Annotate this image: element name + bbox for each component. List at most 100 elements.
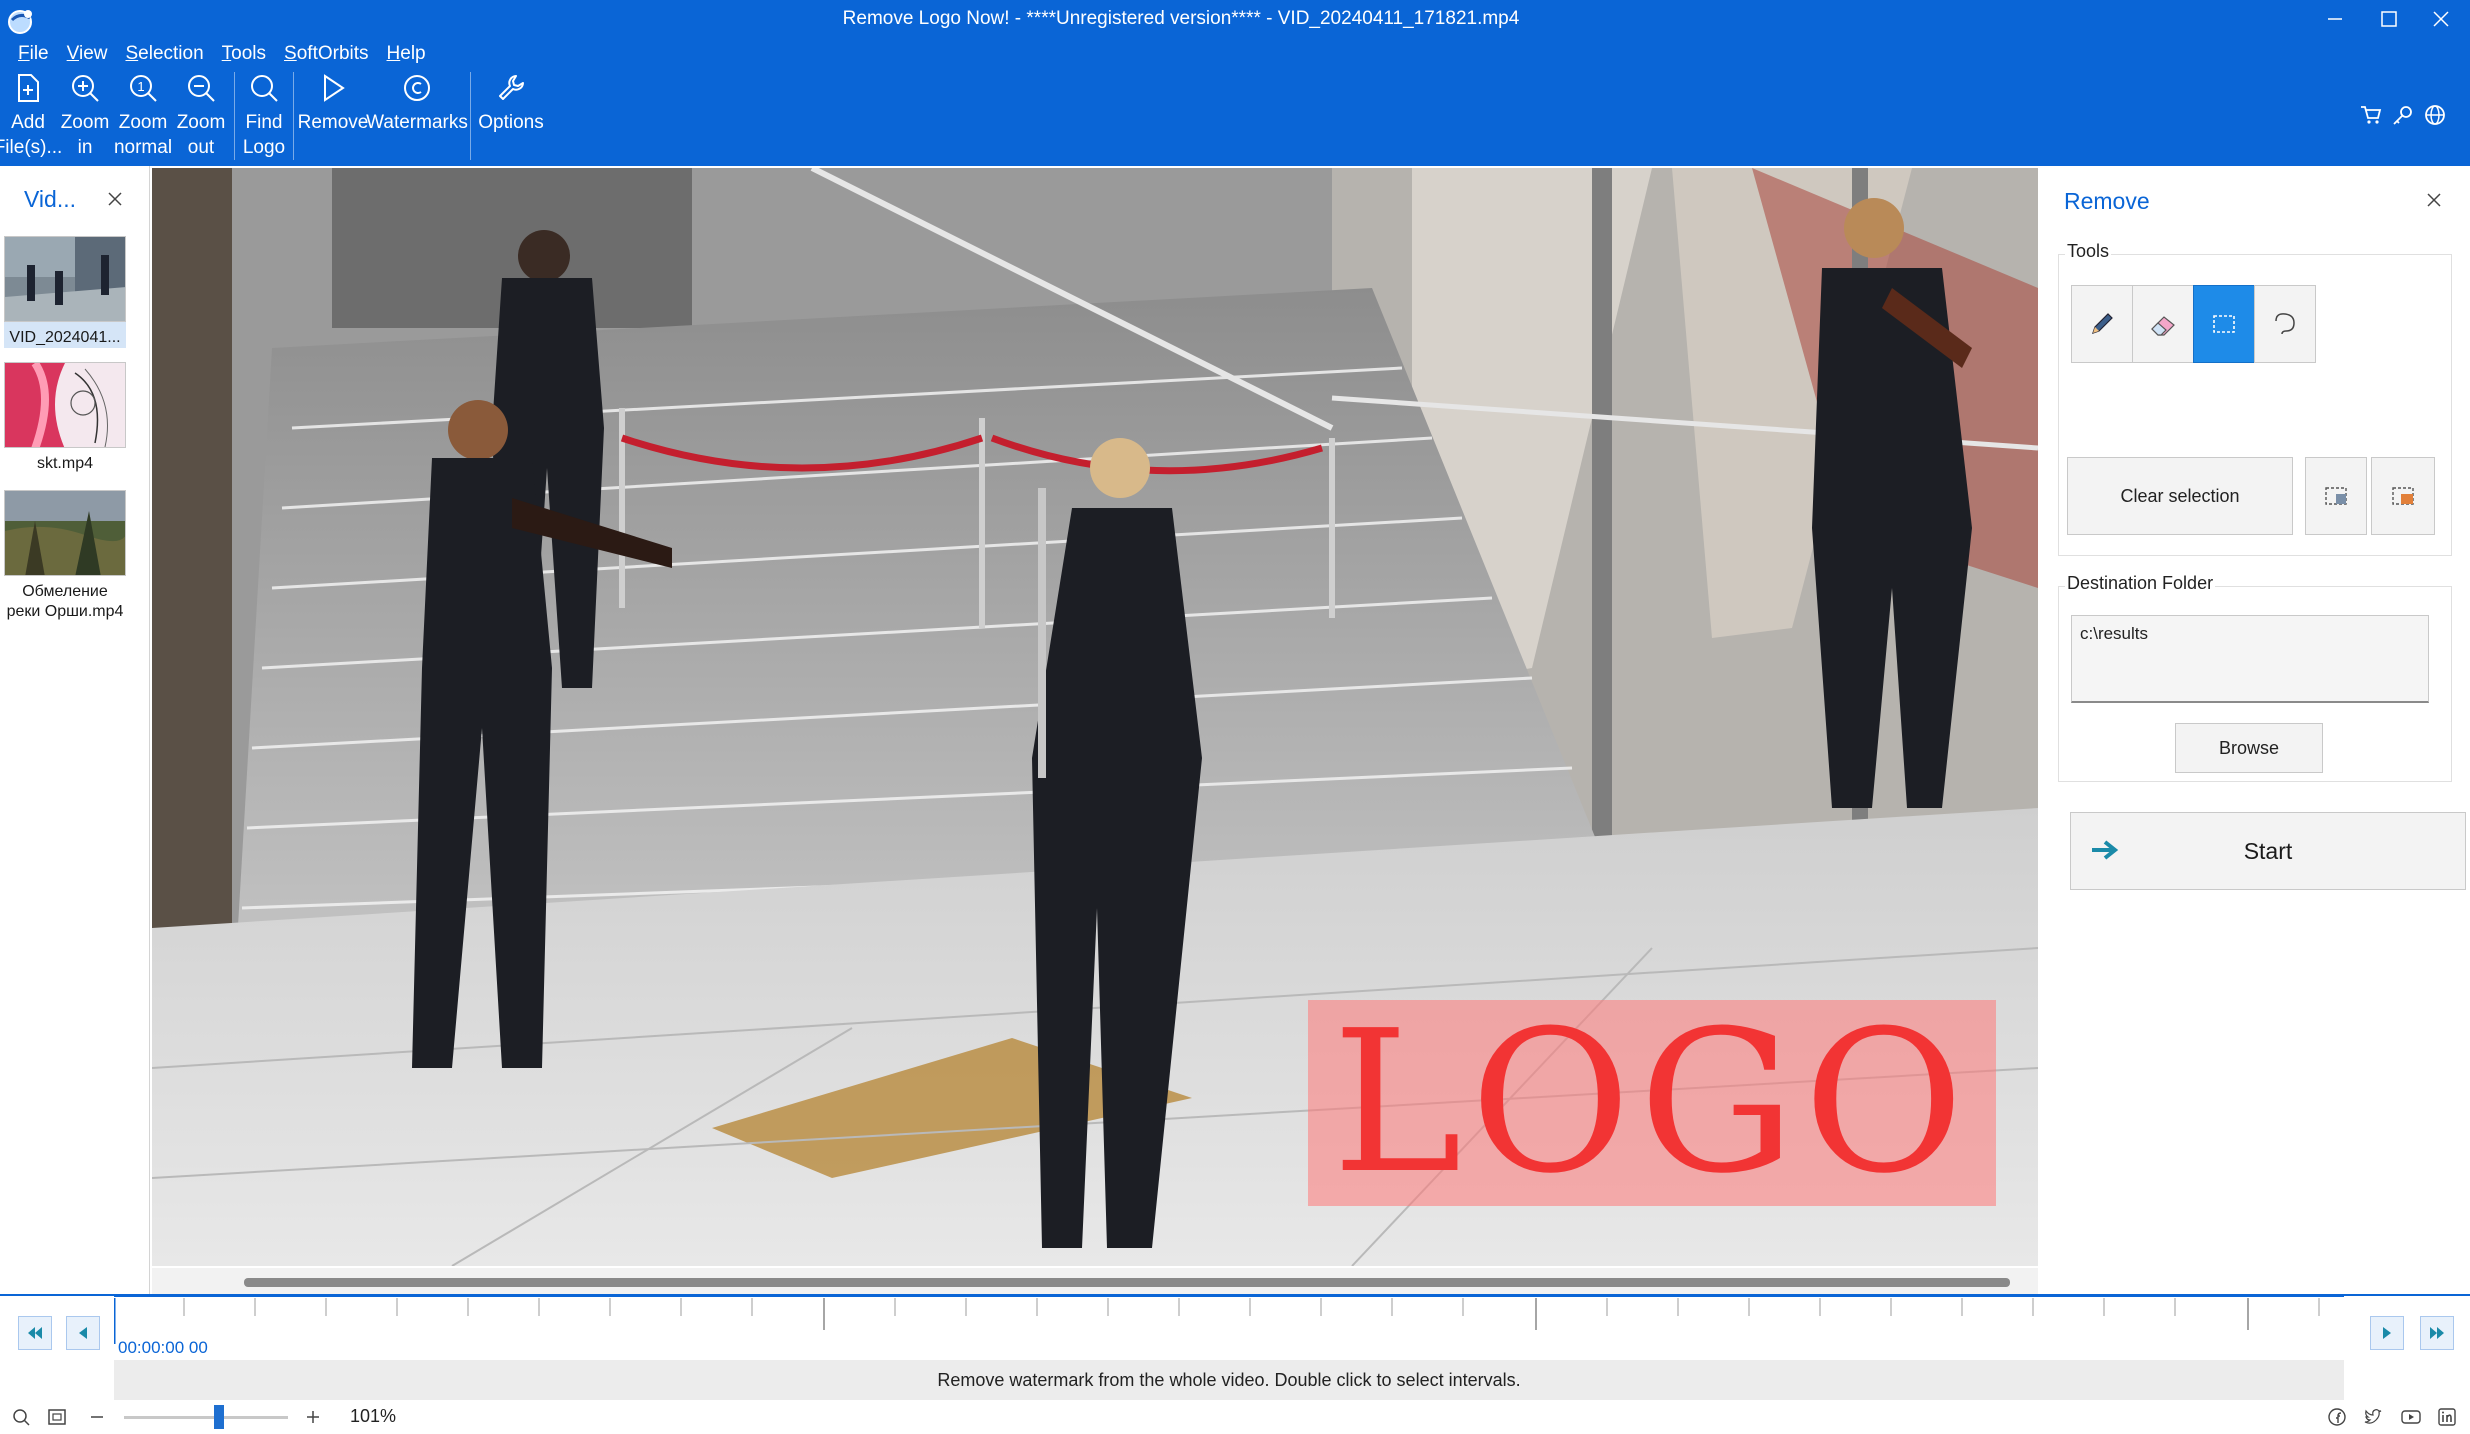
zoom-search-icon[interactable] [10,1406,32,1428]
go-to-start-button[interactable] [18,1316,52,1350]
save-mask-button[interactable] [2371,457,2435,535]
ribbon-toolbar: Add File(s)... Zoom in 1 Zoom normal Zoo… [0,72,547,164]
status-bar: 101% [0,1400,2470,1434]
globe-icon[interactable] [2424,104,2446,126]
find-logo-button[interactable]: Find Logo [239,72,289,164]
title-bar: Remove Logo Now! - ****Unregistered vers… [0,0,2470,166]
video-thumbnail [4,490,126,576]
next-frame-button[interactable] [2370,1316,2404,1350]
files-panel: Vid... VID_2024041... skt.mp4 Обмеление … [0,166,150,1294]
file-item[interactable]: Обмеление реки Орши.mp4 [4,490,126,622]
fit-to-window-icon[interactable] [46,1406,68,1428]
current-time: 00:00:00 00 [118,1338,208,1357]
key-icon[interactable] [2392,104,2414,126]
top-right-tools [2360,104,2446,126]
menu-file[interactable]: File [18,40,49,68]
scrollbar-thumb[interactable] [244,1278,2010,1287]
maximize-icon [2381,11,2397,27]
files-panel-title: Vid... [24,186,76,212]
browse-button[interactable]: Browse [2175,723,2323,773]
menu-selection[interactable]: Selection [125,40,203,68]
close-remove-panel-button[interactable] [2424,190,2444,210]
eraser-tool-button[interactable] [2132,285,2194,363]
search-icon [248,72,280,104]
add-files-button[interactable]: Add File(s)... [0,72,62,164]
pencil-tool-button[interactable] [2071,285,2133,363]
rewind-icon [28,1327,42,1339]
zoom-value: 101% [350,1406,397,1426]
destination-folder-field[interactable]: c:\results [2071,615,2429,703]
tools-label: Tools [2065,241,2112,262]
menu-view[interactable]: View [67,40,108,68]
facebook-icon[interactable] [2326,1406,2348,1428]
file-item[interactable]: VID_2024041... [4,236,126,348]
zoom-in-icon [69,72,101,104]
close-icon [2433,11,2449,27]
fast-forward-icon [2430,1327,2444,1339]
menu-help[interactable]: Help [387,40,426,68]
zoom-normal-icon: 1 [127,72,159,104]
file-name: Обмеление реки Орши.mp4 [6,583,124,620]
lasso-tool-button[interactable] [2254,285,2316,363]
save-mask-icon [2392,487,2414,505]
zoom-out-button[interactable]: Zoom out [172,72,230,164]
linkedin-icon[interactable] [2436,1406,2458,1428]
arrow-right-icon [2092,840,2119,860]
menu-tools[interactable]: Tools [222,40,266,68]
options-button[interactable]: Options [475,72,547,164]
close-files-panel-button[interactable] [104,188,126,210]
close-icon [2427,193,2441,207]
ribbon-separator [234,72,235,160]
close-icon [108,192,122,206]
start-button[interactable]: Start [2070,812,2466,890]
file-name: skt.mp4 [36,455,93,472]
ribbon-separator [470,72,471,160]
play-icon [317,72,349,104]
zoom-normal-button[interactable]: 1 Zoom normal [114,72,172,164]
zoom-slider-thumb[interactable] [214,1405,224,1429]
youtube-icon[interactable] [2400,1406,2422,1428]
remove-panel-title: Remove [2064,188,2150,214]
step-forward-icon [2383,1327,2391,1339]
timeline-ruler[interactable] [114,1296,2344,1360]
copyright-icon [401,72,433,104]
horizontal-scrollbar[interactable] [152,1268,2038,1296]
rectangle-tool-button[interactable] [2193,285,2255,363]
load-mask-button[interactable] [2305,457,2367,535]
tools-row [2071,285,2316,363]
video-canvas[interactable]: LOGO [152,168,2038,1266]
load-mask-icon [2325,487,2347,505]
watermark-selection[interactable]: LOGO [1308,1000,1996,1206]
ribbon-separator [293,72,294,160]
zoom-plus-icon[interactable] [302,1406,324,1428]
destination-label: Destination Folder [2065,573,2216,594]
video-thumbnail [4,236,126,322]
file-name: VID_2024041... [9,329,121,346]
zoom-out-icon [185,72,217,104]
eraser-icon [2151,316,2175,336]
timeline: 00:00:00 00 Remove watermark from the wh… [0,1294,2470,1400]
zoom-minus-icon[interactable] [86,1406,108,1428]
zoom-slider-track[interactable] [124,1416,288,1419]
remove-button[interactable]: Remove [298,72,368,164]
pencil-icon [2092,313,2113,334]
start-label: Start [2243,837,2293,864]
logo-watermark-text: LOGO [1331,989,1973,1217]
clear-selection-button[interactable]: Clear selection [2067,457,2293,535]
close-window-button[interactable] [2406,2,2470,36]
cart-icon[interactable] [2360,104,2382,126]
wrench-icon [495,72,527,104]
step-back-icon [79,1327,87,1339]
timeline-status-bar[interactable]: Remove watermark from the whole video. D… [114,1360,2344,1400]
lasso-icon [2275,313,2295,335]
twitter-icon[interactable] [2362,1406,2384,1428]
menu-softorbits[interactable]: SoftOrbits [284,40,369,68]
zoom-in-button[interactable]: Zoom in [56,72,114,164]
watermarks-button[interactable]: Watermarks [366,72,468,164]
destination-group: Destination Folder c:\results Browse [2058,573,2452,782]
go-to-end-button[interactable] [2420,1316,2454,1350]
previous-frame-button[interactable] [66,1316,100,1350]
menu-bar: File View Selection Tools SoftOrbits Hel… [18,40,426,68]
window-title: Remove Logo Now! - ****Unregistered vers… [842,8,1520,29]
file-item[interactable]: skt.mp4 [4,362,126,474]
